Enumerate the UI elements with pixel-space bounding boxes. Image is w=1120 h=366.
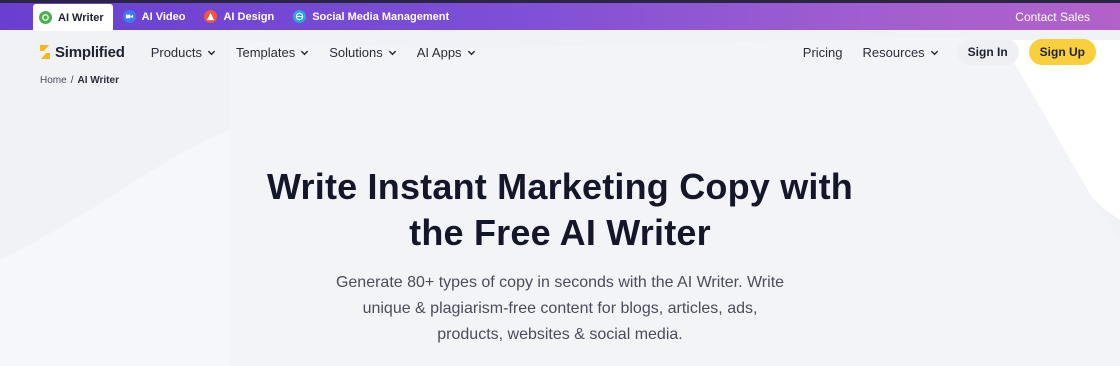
- contact-sales-link[interactable]: Contact Sales: [1015, 10, 1090, 24]
- menu-resources[interactable]: Resources: [863, 45, 939, 60]
- sign-in-button[interactable]: Sign In: [956, 39, 1019, 65]
- hero-subtitle-line-3: products, websites & social media.: [437, 326, 683, 343]
- hero-subtitle: Generate 80+ types of copy in seconds wi…: [300, 270, 820, 348]
- tab-ai-writer[interactable]: AI Writer: [33, 4, 113, 31]
- breadcrumb: Home / AI Writer: [40, 75, 1120, 86]
- nav-right-group: Pricing Resources Sign In Sign Up: [803, 39, 1096, 65]
- menu-label: AI Apps: [416, 44, 462, 60]
- menu-solutions[interactable]: Solutions: [329, 45, 396, 60]
- hero-subtitle-line-1: Generate 80+ types of copy in seconds wi…: [335, 274, 785, 291]
- hero-section: Write Instant Marketing Copy with the Fr…: [0, 164, 1120, 348]
- tab-label: Social Media Management: [312, 10, 450, 23]
- product-switcher-bar: AI Writer AI Video AI Design Social Medi…: [0, 0, 1120, 31]
- breadcrumb-home-link[interactable]: Home: [40, 75, 67, 86]
- pricing-link[interactable]: Pricing: [803, 45, 843, 60]
- chevron-down-icon: [388, 50, 396, 55]
- chevron-down-icon: [930, 50, 938, 55]
- menu-label: Products: [150, 44, 202, 60]
- ai-video-icon: [122, 10, 136, 23]
- hero-title-line-1: Write Instant Marketing Copy with: [267, 166, 853, 207]
- ai-design-icon: [204, 10, 218, 23]
- menu-label: Solutions: [329, 44, 383, 60]
- logo-text: Simplified: [55, 43, 125, 61]
- tab-ai-video[interactable]: AI Video: [117, 4, 195, 29]
- menu-label: Resources: [862, 44, 925, 60]
- simplified-logo-icon: [40, 45, 50, 59]
- tab-label: AI Writer: [58, 11, 104, 24]
- main-navigation: Simplified Products Templates Solutions …: [0, 30, 1120, 74]
- tab-ai-design[interactable]: AI Design: [198, 4, 283, 29]
- sign-up-button[interactable]: Sign Up: [1028, 39, 1096, 65]
- hero-title: Write Instant Marketing Copy with the Fr…: [210, 164, 910, 256]
- menu-products[interactable]: Products: [151, 45, 216, 60]
- tab-social-media-management[interactable]: Social Media Management: [287, 4, 458, 29]
- menu-label: Templates: [236, 44, 296, 60]
- chevron-down-icon: [207, 50, 216, 55]
- chevron-down-icon: [301, 50, 309, 55]
- breadcrumb-separator: /: [70, 75, 74, 86]
- menu-ai-apps[interactable]: AI Apps: [417, 45, 476, 60]
- simplified-logo[interactable]: Simplified: [38, 44, 125, 61]
- hero-subtitle-line-2: unique & plagiarism-free content for blo…: [362, 300, 758, 317]
- breadcrumb-current: AI Writer: [77, 75, 119, 86]
- menu-templates[interactable]: Templates: [236, 45, 309, 60]
- tab-label: AI Video: [141, 10, 186, 23]
- tab-label: AI Design: [223, 10, 275, 23]
- ai-writer-icon: [39, 11, 52, 24]
- social-media-icon: [293, 10, 307, 23]
- hero-title-line-2: the Free AI Writer: [409, 212, 711, 253]
- chevron-down-icon: [467, 50, 475, 55]
